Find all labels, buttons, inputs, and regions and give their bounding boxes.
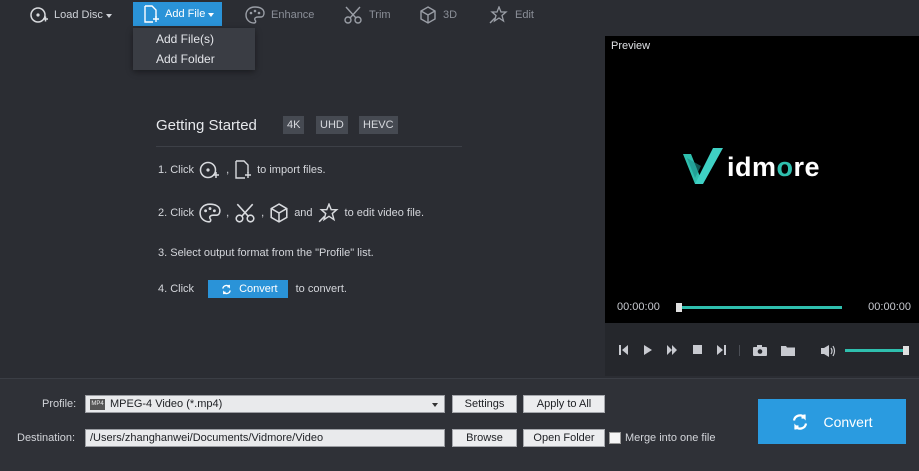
cube-icon bbox=[419, 6, 437, 24]
scissors-icon bbox=[343, 6, 363, 24]
inline-convert-button[interactable]: Convert bbox=[208, 280, 288, 298]
edit-button[interactable]: Edit bbox=[489, 0, 534, 30]
open-folder-button[interactable]: Open Folder bbox=[523, 429, 605, 447]
progress-knob[interactable] bbox=[676, 303, 682, 312]
playback-controls bbox=[605, 323, 919, 376]
folder-icon[interactable] bbox=[781, 345, 795, 356]
step-2-text: 2. Click bbox=[158, 207, 195, 219]
add-file-dropdown: Add File(s) Add Folder bbox=[133, 28, 255, 70]
convert-icon bbox=[791, 413, 809, 431]
3d-button[interactable]: 3D bbox=[419, 0, 457, 30]
load-disc-icon bbox=[30, 6, 48, 24]
current-time: 00:00:00 bbox=[617, 301, 660, 313]
menu-item-add-files[interactable]: Add File(s) bbox=[133, 29, 255, 49]
skip-back-icon[interactable] bbox=[619, 345, 628, 355]
step-1-text: 1. Click bbox=[158, 164, 195, 176]
load-disc-button[interactable]: Load Disc bbox=[30, 0, 112, 30]
profile-select[interactable]: MP4 MPEG-4 Video (*.mp4) bbox=[85, 395, 445, 413]
step-1-suffix: to import files. bbox=[257, 164, 326, 176]
add-file-icon bbox=[143, 5, 159, 23]
vidmore-logo-text: idmore bbox=[727, 152, 820, 183]
3d-label: 3D bbox=[443, 9, 458, 21]
step-2-suffix: to edit video file. bbox=[344, 207, 425, 219]
chevron-down-icon bbox=[208, 12, 215, 17]
getting-started-title: Getting Started bbox=[156, 117, 257, 134]
playback-progress[interactable] bbox=[676, 303, 842, 312]
logo-text-part: idm bbox=[727, 151, 777, 182]
merge-label: Merge into one file bbox=[625, 432, 716, 444]
badge-hevc: HEVC bbox=[359, 116, 398, 134]
mp4-format-icon: MP4 bbox=[90, 398, 105, 410]
preview-panel: Preview idmore 00:00:00 00:00:00 bbox=[605, 36, 919, 376]
enhance-label: Enhance bbox=[271, 9, 315, 21]
step-2: 2. Click , , and to edit video file. bbox=[156, 203, 426, 223]
chevron-down-icon bbox=[105, 13, 112, 18]
add-file-icon bbox=[234, 160, 252, 180]
divider bbox=[739, 345, 740, 356]
logo-text-part: re bbox=[793, 151, 821, 182]
destination-label: Destination: bbox=[17, 432, 76, 444]
step-4: 4. Click Convert to convert. bbox=[156, 280, 349, 298]
play-icon[interactable] bbox=[644, 345, 652, 355]
convert-label: Convert bbox=[823, 413, 873, 430]
menu-item-add-folder[interactable]: Add Folder bbox=[133, 49, 255, 69]
volume-slider[interactable] bbox=[845, 346, 909, 355]
step-3-text: 3. Select output format from the "Profil… bbox=[158, 247, 374, 259]
magic-star-icon bbox=[489, 6, 509, 24]
logo-text-part: o bbox=[776, 151, 794, 182]
browse-button[interactable]: Browse bbox=[452, 429, 517, 447]
trim-label: Trim bbox=[369, 9, 391, 21]
vidmore-logo: idmore bbox=[681, 144, 820, 190]
cube-icon bbox=[269, 203, 289, 223]
step-3: 3. Select output format from the "Profil… bbox=[156, 247, 376, 259]
step-4-text: 4. Click bbox=[158, 283, 195, 295]
snapshot-icon[interactable] bbox=[753, 345, 767, 356]
profile-label: Profile: bbox=[42, 398, 77, 410]
palette-icon bbox=[199, 203, 221, 223]
preview-title: Preview bbox=[611, 40, 651, 52]
enhance-button[interactable]: Enhance bbox=[245, 0, 314, 30]
main-area: Getting Started 4K UHD HEVC 1. Click , t… bbox=[0, 36, 603, 376]
profile-value: MPEG-4 Video (*.mp4) bbox=[110, 398, 223, 410]
chevron-down-icon bbox=[432, 403, 438, 407]
vidmore-logo-mark bbox=[683, 148, 723, 184]
destination-input[interactable] bbox=[85, 429, 445, 447]
badge-uhd: UHD bbox=[316, 116, 348, 134]
skip-forward-icon[interactable] bbox=[717, 345, 726, 355]
stop-icon[interactable] bbox=[693, 345, 702, 354]
inline-convert-label: Convert bbox=[239, 283, 278, 295]
fast-forward-icon[interactable] bbox=[667, 345, 678, 355]
apply-to-all-button[interactable]: Apply to All bbox=[523, 395, 605, 413]
badge-4k: 4K bbox=[283, 116, 305, 134]
volume-knob[interactable] bbox=[903, 346, 909, 355]
step-4-suffix: to convert. bbox=[295, 283, 347, 295]
palette-icon bbox=[245, 6, 265, 24]
divider bbox=[156, 146, 462, 147]
settings-button[interactable]: Settings bbox=[452, 395, 517, 413]
output-panel: Profile: MP4 MPEG-4 Video (*.mp4) Settin… bbox=[0, 378, 919, 471]
add-file-button[interactable]: Add File bbox=[133, 2, 223, 26]
add-file-label: Add File bbox=[165, 8, 206, 20]
total-time: 00:00:00 bbox=[868, 301, 911, 313]
load-disc-label: Load Disc bbox=[54, 9, 103, 21]
convert-icon bbox=[221, 284, 232, 295]
convert-button[interactable]: Convert bbox=[758, 399, 906, 444]
volume-icon[interactable] bbox=[821, 345, 837, 357]
merge-checkbox[interactable] bbox=[609, 432, 621, 444]
load-disc-icon bbox=[199, 160, 221, 180]
magic-star-icon bbox=[318, 203, 340, 223]
edit-label: Edit bbox=[515, 9, 534, 21]
trim-button[interactable]: Trim bbox=[343, 0, 391, 30]
step-2-and: and bbox=[294, 207, 313, 219]
step-1: 1. Click , to import files. bbox=[156, 160, 328, 180]
scissors-icon bbox=[234, 203, 256, 223]
